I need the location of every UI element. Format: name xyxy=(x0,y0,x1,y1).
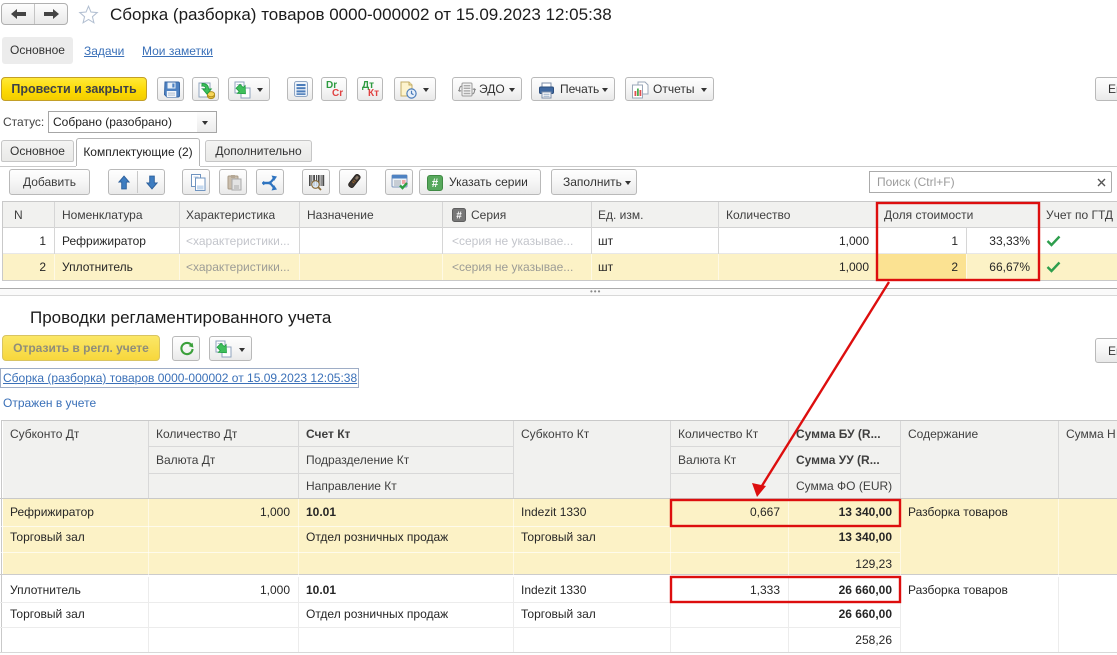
svg-text:#: # xyxy=(432,178,439,190)
svg-text:#: # xyxy=(456,211,462,222)
